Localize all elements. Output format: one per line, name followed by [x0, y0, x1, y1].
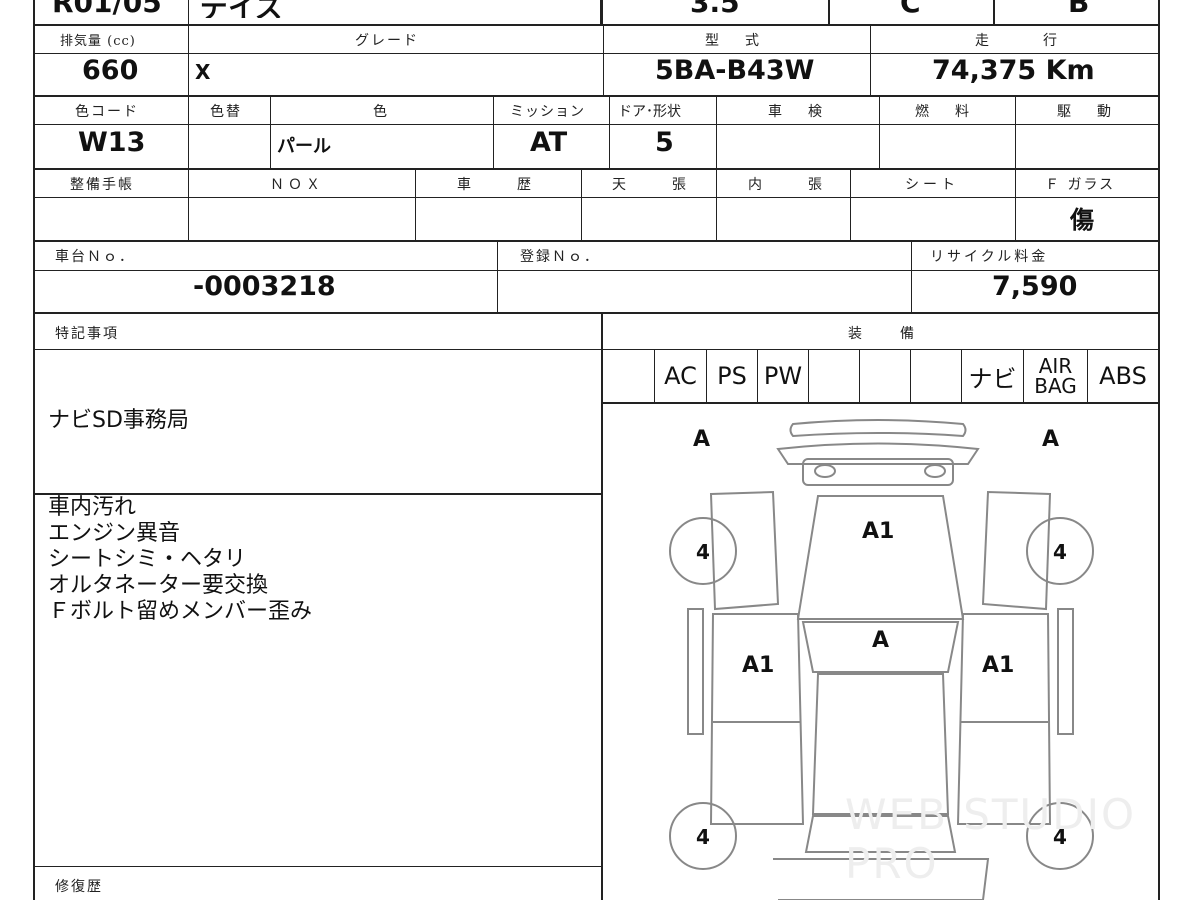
- exterior-grade-value: B: [1068, 0, 1090, 18]
- special-note-line1: ナビSD事務局: [48, 408, 189, 433]
- equipment-cell-blank: [860, 350, 911, 402]
- mark-wheel-fr: 4: [1053, 540, 1067, 564]
- seat-header: シート: [905, 177, 959, 193]
- maintenance-book-header: 整備手帳: [70, 177, 134, 193]
- model-code-header: 型 式: [705, 33, 765, 49]
- displacement-value: 660: [82, 55, 139, 86]
- equipment-cell-blank: [809, 350, 860, 402]
- mileage-value: 74,375 Km: [932, 55, 1095, 86]
- equipment-pw: PW: [758, 350, 809, 402]
- recycle-fee-header: リサイクル料金: [930, 249, 1049, 265]
- interior-lining-header: 内 張: [748, 177, 838, 193]
- chassis-no-value: -0003218: [193, 271, 336, 302]
- chassis-no-header: 車台Ｎｏ．: [55, 249, 135, 265]
- mark-front-right: A: [1042, 427, 1060, 452]
- equipment-header: 装 備: [848, 326, 926, 342]
- score-value: 3.5: [690, 0, 740, 18]
- mark-left-side: A1: [742, 653, 775, 678]
- equipment-cell-blank: [603, 350, 655, 402]
- mark-wheel-rl: 4: [696, 825, 710, 849]
- ceiling-header: 天 張: [612, 177, 702, 193]
- displacement-header: 排気量 (cc): [60, 34, 136, 49]
- model-value: デイズ: [200, 0, 284, 18]
- mileage-header: 走 行: [975, 33, 1075, 49]
- grade-value: X: [195, 60, 211, 84]
- recycle-fee-value: 7,590: [992, 271, 1078, 302]
- registration-no-header: 登録Ｎｏ．: [520, 249, 600, 265]
- repair-history-header: 修復歴: [55, 879, 103, 895]
- equipment-ac: AC: [655, 350, 707, 402]
- f-glass-header: Ｆ ガラス: [1045, 177, 1116, 193]
- special-note-item: オルタネーター要交換: [48, 573, 269, 598]
- color-change-header: 色替: [210, 104, 242, 120]
- mark-wheel-fl: 4: [696, 540, 710, 564]
- transmission-value: AT: [530, 127, 568, 158]
- mark-front-left: A: [693, 427, 711, 452]
- color-code-header: 色コード: [75, 104, 139, 120]
- date-value: R01/05: [52, 0, 162, 18]
- equipment-abs: ABS: [1099, 362, 1147, 390]
- transmission-header: ミッション: [510, 104, 585, 120]
- drive-header: 駆 動: [1057, 104, 1117, 120]
- grade-header: グレード: [355, 33, 419, 49]
- door-shape-value: 5: [655, 127, 674, 158]
- color-header: 色: [373, 104, 389, 120]
- special-note-item: Ｆボルト留めメンバー歪み: [48, 599, 313, 624]
- mark-hood: A1: [862, 519, 895, 544]
- f-glass-value: 傷: [1070, 206, 1094, 234]
- special-note-item: シートシミ・ヘタリ: [48, 547, 247, 572]
- special-note-item: エンジン異音: [48, 521, 181, 546]
- special-notes-list: 車内汚れ エンジン異音 シートシミ・ヘタリ オルタネーター要交換 Ｆボルト留めメ…: [48, 495, 312, 625]
- nox-header: ＮＯＸ: [270, 177, 324, 193]
- special-notes-header: 特記事項: [55, 326, 119, 342]
- mark-windshield: A: [872, 628, 890, 653]
- door-shape-header: ドア･形状: [618, 104, 681, 120]
- interior-grade-value: C: [900, 0, 921, 18]
- color-code-value: W13: [78, 127, 146, 158]
- mark-right-side: A1: [982, 653, 1015, 678]
- equipment-cell-blank: [911, 350, 962, 402]
- equipment-ps: PS: [707, 350, 758, 402]
- watermark: WEB STUDIO PRO: [845, 790, 1137, 888]
- fuel-header: 燃 料: [915, 104, 975, 120]
- special-note-item: 車内汚れ: [48, 495, 137, 520]
- color-value: パール: [277, 136, 331, 157]
- history-header: 車 歴: [457, 177, 547, 193]
- equipment-airbag: AIR BAG: [1024, 350, 1088, 402]
- inspection-header: 車 検: [768, 104, 828, 120]
- equipment-navi: ナビ: [962, 350, 1024, 402]
- model-code-value: 5BA-B43W: [655, 55, 815, 86]
